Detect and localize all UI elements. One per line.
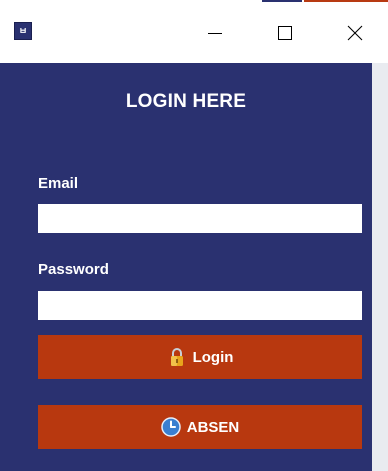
window-edge xyxy=(372,63,388,471)
maximize-icon xyxy=(278,26,292,40)
email-field[interactable] xyxy=(38,204,362,233)
password-label: Password xyxy=(38,261,109,278)
clock-icon xyxy=(160,417,181,437)
password-field[interactable] xyxy=(38,291,362,320)
absen-button-label: ABSEN xyxy=(186,418,240,436)
title-bar[interactable]: ㅂ xyxy=(0,0,388,63)
minimize-button[interactable] xyxy=(186,8,244,58)
login-button[interactable]: Login xyxy=(38,335,362,379)
accent-blue xyxy=(262,0,302,2)
title-bar-accent xyxy=(262,0,388,6)
app-icon: ㅂ xyxy=(14,22,32,40)
email-label: Email xyxy=(38,175,79,192)
page-title: LOGIN HERE xyxy=(125,91,247,112)
lock-icon xyxy=(167,347,187,367)
close-button[interactable] xyxy=(326,8,384,58)
accent-orange xyxy=(304,0,388,2)
maximize-button[interactable] xyxy=(256,8,314,58)
absen-button[interactable]: ABSEN xyxy=(38,405,362,449)
login-window: ㅂ LOGIN HERE Email Password Login ABSEN xyxy=(0,0,388,471)
login-panel: LOGIN HERE Email Password Login ABSEN xyxy=(0,63,372,471)
minimize-icon xyxy=(208,33,222,34)
close-icon xyxy=(347,25,363,41)
login-button-label: Login xyxy=(192,348,234,366)
